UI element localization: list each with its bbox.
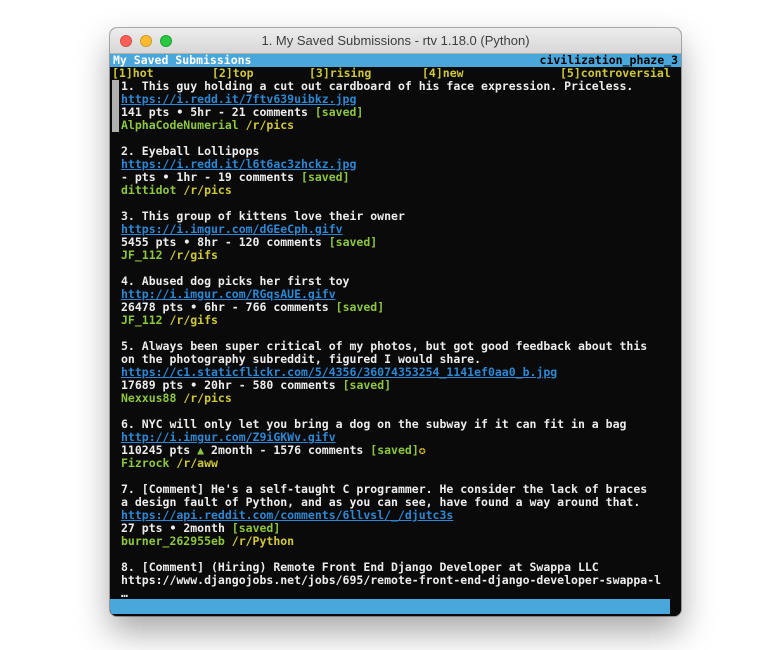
vote-indicator[interactable]: • xyxy=(190,378,204,392)
saved-badge: [saved] xyxy=(343,378,391,392)
selection-cursor xyxy=(112,80,119,132)
traffic-lights xyxy=(120,35,172,47)
vote-indicator[interactable]: • xyxy=(176,105,190,119)
window-titlebar[interactable]: 1. My Saved Submissions - rtv 1.18.0 (Py… xyxy=(110,28,681,54)
vote-indicator[interactable]: • xyxy=(190,300,204,314)
age-and-comments: 5hr - 21 comments xyxy=(190,105,315,119)
submission-byline: dittidot /r/pics xyxy=(121,184,657,197)
app-window: 1. My Saved Submissions - rtv 1.18.0 (Py… xyxy=(110,28,681,616)
saved-badge: [saved] xyxy=(315,105,363,119)
points-count: 141 pts xyxy=(121,105,176,119)
submission-title: 7. [Comment] He's a self-taught C progra… xyxy=(121,483,657,509)
vote-indicator[interactable]: • xyxy=(163,170,177,184)
age-and-comments: 2month - 1576 comments xyxy=(211,443,370,457)
vote-indicator[interactable]: • xyxy=(183,235,197,249)
age-and-comments: 8hr - 120 comments xyxy=(197,235,329,249)
vote-indicator[interactable]: ▲ xyxy=(197,443,211,457)
vote-indicator[interactable]: • xyxy=(169,521,183,535)
minimize-window-button[interactable] xyxy=(140,35,152,47)
zoom-window-button[interactable] xyxy=(160,35,172,47)
submission-byline: Fizrock /r/aww xyxy=(121,457,657,470)
saved-badge: [saved] xyxy=(336,300,384,314)
terminal-screen: My Saved Submissions civilization_phaze_… xyxy=(110,54,681,616)
submission-row[interactable]: 5. Always been super critical of my phot… xyxy=(112,340,657,405)
age-and-comments: 2month xyxy=(183,521,231,535)
submission-row[interactable]: 4. Abused dog picks her first toy http:/… xyxy=(112,275,657,327)
submission-byline: AlphaCodeNumerial /r/pics xyxy=(121,119,657,132)
points-count: 27 pts xyxy=(121,521,169,535)
submission-title: 5. Always been super critical of my phot… xyxy=(121,340,657,366)
submission-subreddit[interactable]: /r/pics xyxy=(183,183,231,197)
saved-badge: [saved] xyxy=(329,235,377,249)
submission-author[interactable]: Nexxus88 xyxy=(121,391,183,405)
submission-subreddit[interactable]: /r/gifs xyxy=(169,313,217,327)
saved-badge: [saved] xyxy=(301,170,349,184)
points-count: 110245 pts xyxy=(121,443,197,457)
submission-subreddit[interactable]: /r/pics xyxy=(246,118,294,132)
saved-badge: [saved] xyxy=(232,521,280,535)
points-count: - pts xyxy=(121,170,163,184)
age-and-comments: 20hr - 580 comments xyxy=(204,378,342,392)
submission-byline: JF_112 /r/gifs xyxy=(121,249,657,262)
points-count: 17689 pts xyxy=(121,378,190,392)
submission-row[interactable]: 3. This group of kittens love their owne… xyxy=(112,210,657,262)
submission-extra-line: https://www.djangojobs.net/jobs/695/remo… xyxy=(121,574,657,587)
submission-subreddit[interactable]: /r/aww xyxy=(176,456,218,470)
submission-row[interactable]: 1. This guy holding a cut out cardboard … xyxy=(112,80,657,132)
saved-badge: [saved] xyxy=(370,443,418,457)
submission-subreddit[interactable]: /r/pics xyxy=(183,391,231,405)
submission-row[interactable]: 6. NYC will only let you bring a dog on … xyxy=(112,418,657,470)
close-window-button[interactable] xyxy=(120,35,132,47)
submission-author[interactable]: dittidot xyxy=(121,183,183,197)
keyboard-shortcuts-help: [?]Help [q]Quit [l]Comments [/]Prompt [u… xyxy=(154,614,653,616)
submission-subreddit[interactable]: /r/Python xyxy=(232,534,294,548)
points-count: 26478 pts xyxy=(121,300,190,314)
submission-row[interactable]: 7. [Comment] He's a self-taught C progra… xyxy=(112,483,657,548)
submission-list: 1. This guy holding a cut out cardboard … xyxy=(112,80,679,600)
gilded-star-icon: ✪ xyxy=(419,443,426,457)
submission-author[interactable]: Fizrock xyxy=(121,456,176,470)
age-and-comments: 6hr - 766 comments xyxy=(204,300,336,314)
submission-row[interactable]: 8. [Comment] (Hiring) Remote Front End D… xyxy=(112,561,657,600)
age-and-comments: 1hr - 19 comments xyxy=(176,170,301,184)
submission-byline: Nexxus88 /r/pics xyxy=(121,392,657,405)
submission-author[interactable]: JF_112 xyxy=(121,313,169,327)
submission-byline: JF_112 /r/gifs xyxy=(121,314,657,327)
submission-byline: burner_262955eb /r/Python xyxy=(121,535,657,548)
submission-author[interactable]: JF_112 xyxy=(121,248,169,262)
footer-bar: [?]Help [q]Quit [l]Comments [/]Prompt [u… xyxy=(110,599,670,614)
submission-row[interactable]: 2. Eyeball Lollipops https://i.redd.it/l… xyxy=(112,145,657,197)
submission-author[interactable]: burner_262955eb xyxy=(121,534,232,548)
submission-subreddit[interactable]: /r/gifs xyxy=(169,248,217,262)
window-title: 1. My Saved Submissions - rtv 1.18.0 (Py… xyxy=(261,33,529,48)
submission-author[interactable]: AlphaCodeNumerial xyxy=(121,118,246,132)
points-count: 5455 pts xyxy=(121,235,183,249)
